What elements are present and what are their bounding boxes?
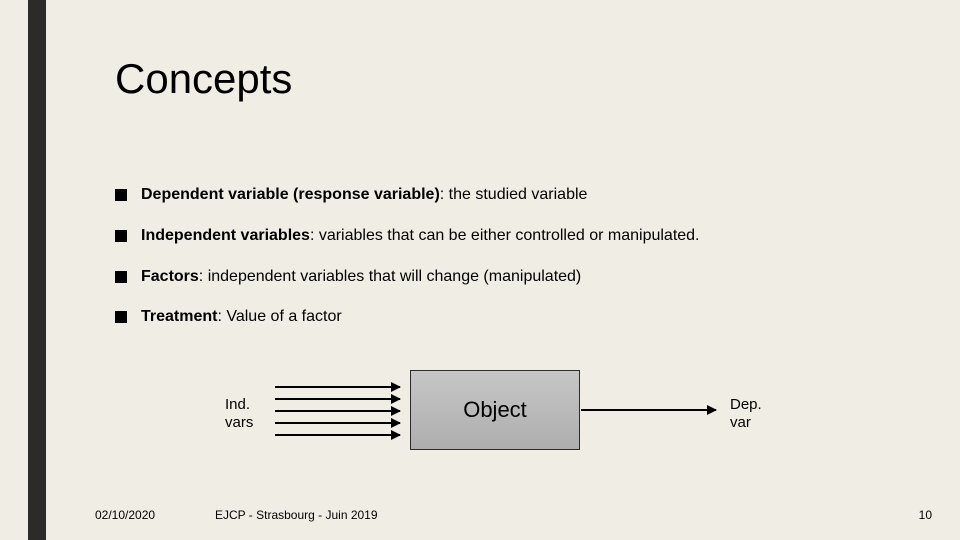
arrow-out-icon	[581, 409, 716, 411]
bullet-item: Independent variables: variables that ca…	[115, 226, 915, 247]
footer-date: 02/10/2020	[95, 508, 155, 522]
accent-bar	[28, 0, 46, 540]
bullet-bold: Factors	[141, 268, 199, 285]
footer-page-number: 10	[919, 508, 932, 522]
ind-label-line1: Ind.	[225, 396, 250, 413]
bullet-rest: : independent variables that will change…	[199, 268, 581, 285]
slide-title: Concepts	[115, 55, 292, 103]
bullet-bold: Dependent variable (response variable)	[141, 186, 440, 203]
bullet-item: Dependent variable (response variable): …	[115, 185, 915, 206]
bullet-list: Dependent variable (response variable): …	[115, 185, 915, 348]
bullet-bold: Treatment	[141, 308, 217, 325]
ind-vars-label: Ind. vars	[225, 396, 253, 432]
arrow-in-icon	[275, 398, 400, 400]
ind-label-line2: vars	[225, 414, 253, 431]
footer-center: EJCP - Strasbourg - Juin 2019	[215, 508, 378, 522]
diagram: Ind. vars Object Dep. var	[210, 370, 770, 470]
slide: Concepts Dependent variable (response va…	[0, 0, 960, 540]
arrow-in-icon	[275, 386, 400, 388]
dep-var-label: Dep. var	[730, 396, 762, 432]
object-box: Object	[410, 370, 580, 450]
arrow-in-icon	[275, 434, 400, 436]
dep-label-line2: var	[730, 414, 751, 431]
arrow-in-icon	[275, 410, 400, 412]
object-label: Object	[463, 397, 527, 423]
bullet-rest: : the studied variable	[440, 186, 588, 203]
dep-label-line1: Dep.	[730, 396, 762, 413]
bullet-item: Factors: independent variables that will…	[115, 267, 915, 288]
bullet-bold: Independent variables	[141, 227, 310, 244]
bullet-rest: : variables that can be either controlle…	[310, 227, 700, 244]
bullet-rest: : Value of a factor	[217, 308, 341, 325]
bullet-item: Treatment: Value of a factor	[115, 307, 915, 328]
arrow-in-icon	[275, 422, 400, 424]
